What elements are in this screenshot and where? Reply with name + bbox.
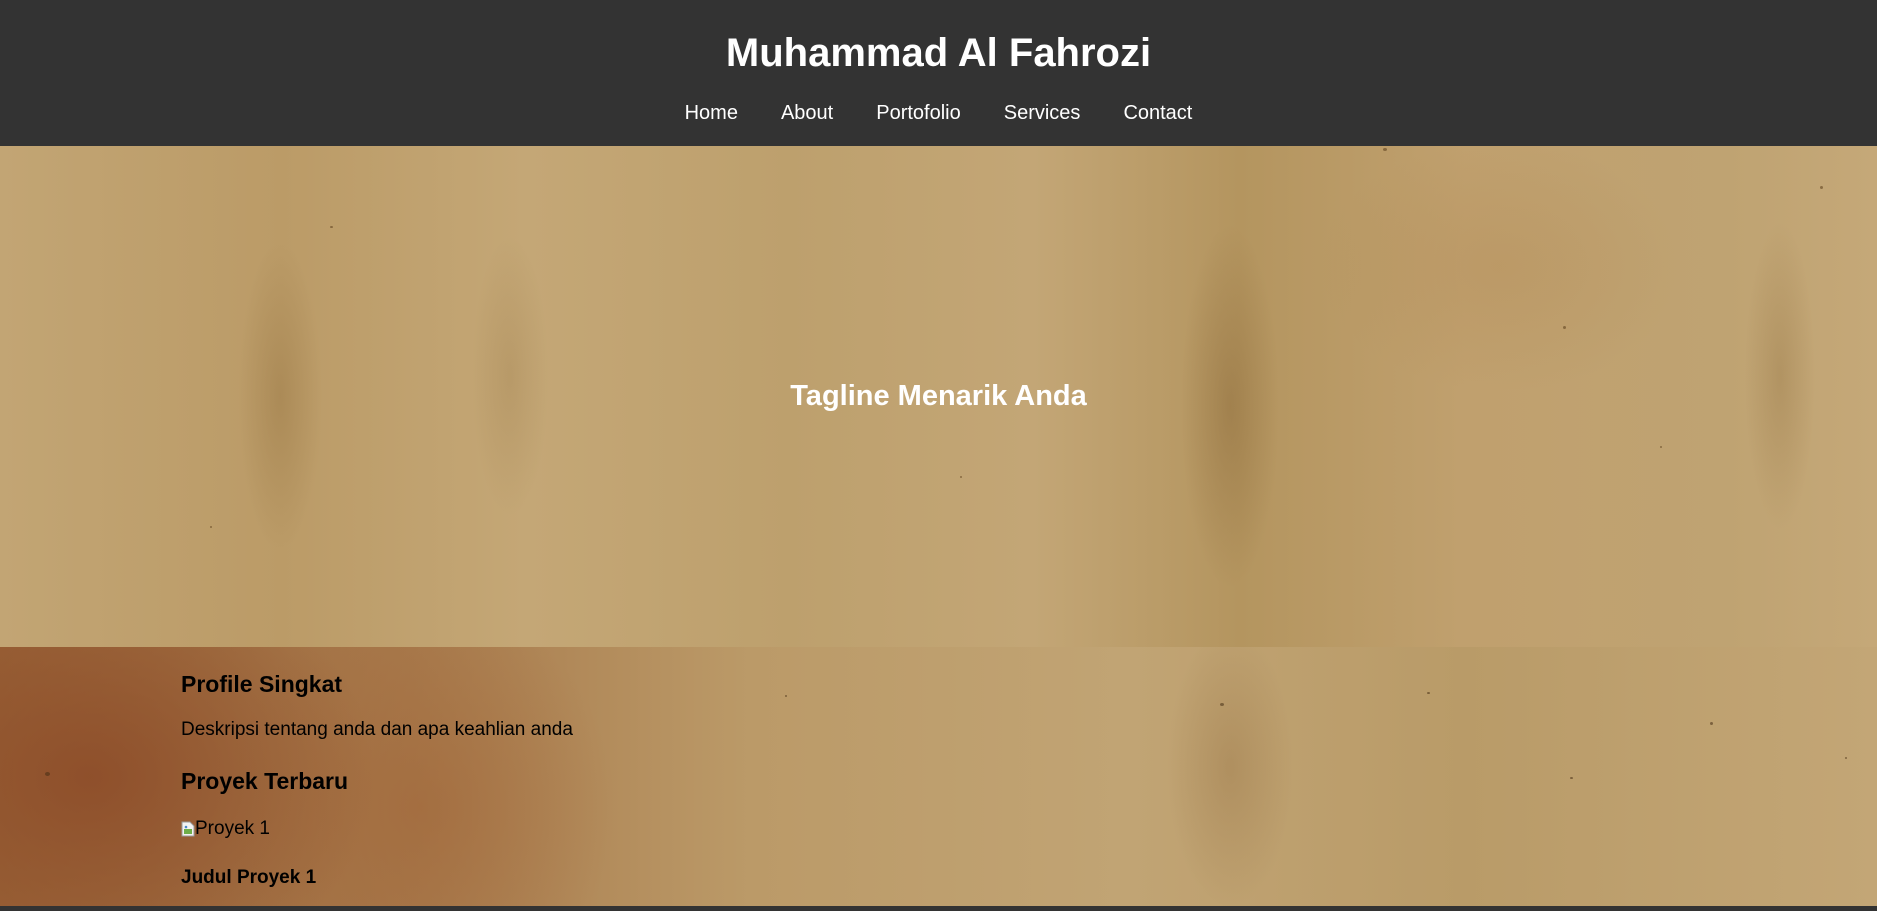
nav-about-link[interactable]: About <box>781 101 833 125</box>
nav-portofolio-link[interactable]: Portofolio <box>876 101 961 125</box>
nav-contact-link[interactable]: Contact <box>1123 101 1192 125</box>
site-title: Muhammad Al Fahrozi <box>725 31 1152 75</box>
main-content: Profile Singkat Deskripsi tentang anda d… <box>0 647 1877 906</box>
profile-description: Deskripsi tentang anda dan apa keahlian … <box>181 719 573 740</box>
hero-tagline: Tagline Menarik Anda <box>790 380 1087 412</box>
main-nav: Home About Portofolio Services Contact <box>0 101 1877 125</box>
broken-image-icon <box>181 821 195 837</box>
site-header: Muhammad Al Fahrozi Home About Portofoli… <box>0 0 1877 146</box>
project-1-image-alt: Proyek 1 <box>195 818 270 839</box>
project-1-image: Proyek 1 <box>181 817 270 841</box>
bottom-bar <box>0 906 1877 911</box>
project-1-title: Judul Proyek 1 <box>181 867 317 888</box>
nav-services-link[interactable]: Services <box>1004 101 1081 125</box>
profile-heading: Profile Singkat <box>181 671 343 697</box>
projects-heading: Proyek Terbaru <box>181 768 349 794</box>
hero-section: Tagline Menarik Anda <box>0 146 1877 647</box>
nav-home-link[interactable]: Home <box>685 101 738 125</box>
